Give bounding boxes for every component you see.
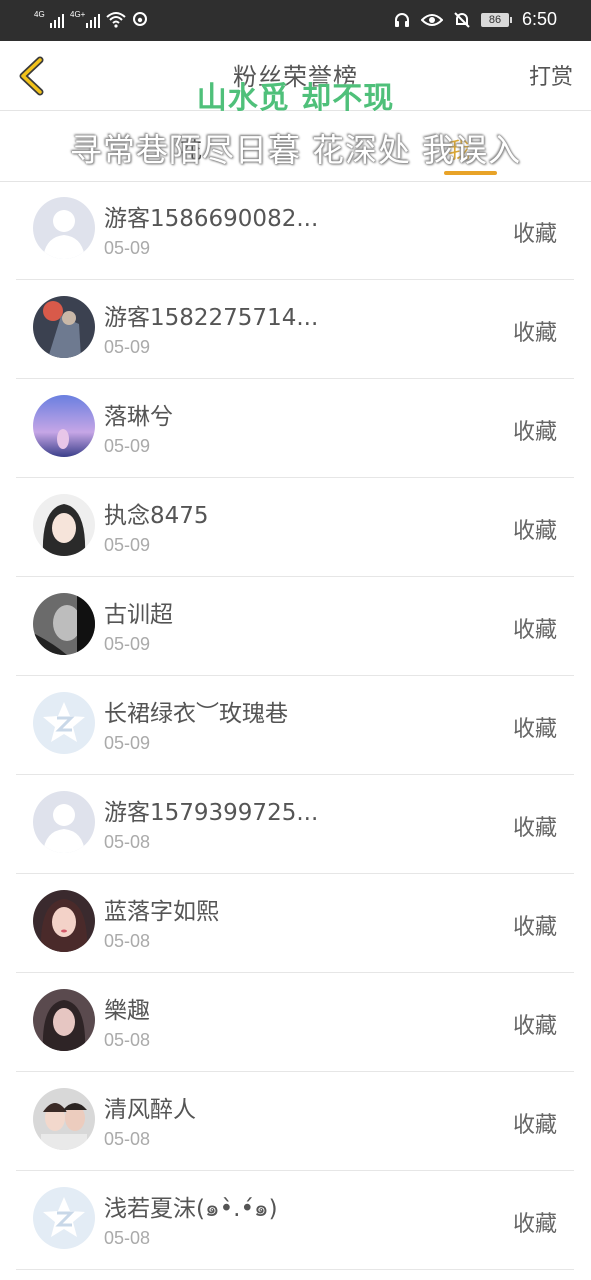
date-label: 05-09	[104, 337, 151, 357]
collect-button[interactable]: 收藏	[513, 315, 557, 347]
bell-off-icon	[454, 11, 470, 28]
list-item[interactable]: 游客1582275714... 05-09 收藏	[0, 280, 591, 379]
signal-2-icon: 4G+	[70, 10, 100, 28]
reward-button[interactable]: 打赏	[529, 59, 573, 91]
avatar-girl-dark[interactable]	[33, 989, 95, 1051]
user-name: 蓝落字如熙	[104, 899, 219, 925]
headphones-icon	[394, 12, 409, 27]
list-item[interactable]: 执念8475 05-09 收藏	[0, 478, 591, 577]
status-bar: 4G 4G+ 86 6:50	[0, 0, 591, 41]
collect-button[interactable]: 收藏	[513, 612, 557, 644]
avatar-anime-girl[interactable]	[33, 494, 95, 556]
list-item[interactable]: 游客1586690082... 05-09 收藏	[0, 181, 591, 280]
collect-button[interactable]: 收藏	[513, 810, 557, 842]
user-name: 古训超	[104, 602, 173, 628]
user-name: 游客1586690082...	[104, 206, 319, 232]
status-left: 4G 4G+	[34, 10, 148, 28]
collect-button[interactable]: 收藏	[513, 1206, 557, 1238]
collect-button[interactable]: 收藏	[513, 513, 557, 545]
overlay-poem: 寻常巷陌尽日暮 花深处 我误入	[69, 131, 522, 169]
eye-icon	[420, 13, 443, 26]
user-name: 长裙绿衣︶玫瑰巷	[104, 701, 288, 727]
date-label: 05-09	[104, 634, 151, 654]
avatar-default-person[interactable]	[33, 197, 95, 259]
list-item[interactable]: 清风醉人 05-08 收藏	[0, 1072, 591, 1171]
fan-list: 游客1586690082... 05-09 收藏 游客1582275714...…	[0, 181, 591, 1270]
date-label: 05-09	[104, 535, 151, 555]
avatar-default-person[interactable]	[33, 791, 95, 853]
user-name: 落琳兮	[104, 404, 173, 430]
date-label: 05-08	[104, 1228, 151, 1248]
app-header: 粉丝荣誉榜 山水觅 却不现 打赏	[0, 41, 591, 116]
list-item[interactable]: 蓝落字如熙 05-08 收藏	[0, 874, 591, 973]
list-item[interactable]: 浅若夏沫(๑•̀.•́๑) 05-08 收藏	[0, 1171, 591, 1270]
wifi-icon	[106, 12, 126, 28]
collect-button[interactable]: 收藏	[513, 711, 557, 743]
date-label: 05-09	[104, 733, 151, 753]
divider	[16, 1269, 574, 1270]
avatar-sunset-girl[interactable]	[33, 395, 95, 457]
signal-1-icon: 4G	[34, 10, 64, 28]
battery-level: 86	[480, 12, 509, 27]
user-name: 浅若夏沫(๑•̀.•́๑)	[104, 1196, 278, 1222]
avatar-man-bw[interactable]	[33, 593, 95, 655]
user-name: 樂趣	[104, 998, 150, 1024]
active-tab-indicator	[444, 171, 497, 175]
list-item[interactable]: 长裙绿衣︶玫瑰巷 05-09 收藏	[0, 676, 591, 775]
avatar-girl-portrait[interactable]	[33, 890, 95, 952]
date-label: 05-08	[104, 1030, 151, 1050]
battery-icon: 86	[480, 12, 512, 27]
date-label: 05-08	[104, 1129, 151, 1149]
date-label: 05-09	[104, 238, 151, 258]
date-label: 05-08	[104, 931, 151, 951]
list-item[interactable]: 落琳兮 05-09 收藏	[0, 379, 591, 478]
date-label: 05-08	[104, 832, 151, 852]
collect-button[interactable]: 收藏	[513, 909, 557, 941]
list-item[interactable]: 樂趣 05-08 收藏	[0, 973, 591, 1072]
user-name: 游客1582275714...	[104, 305, 319, 331]
tab-bar: 花 我 寻常巷陌尽日暮 花深处 我误入	[0, 111, 591, 182]
user-name: 清风醉人	[104, 1097, 196, 1123]
avatar-warrior[interactable]	[33, 296, 95, 358]
avatar-qq-default[interactable]	[33, 1187, 95, 1249]
list-item[interactable]: 游客1579399725... 05-08 收藏	[0, 775, 591, 874]
avatar-qq-default[interactable]	[33, 692, 95, 754]
user-name: 游客1579399725...	[104, 800, 319, 826]
clock: 6:50	[521, 9, 557, 29]
user-name: 执念8475	[104, 503, 209, 529]
network-type-1: 4G	[34, 10, 45, 19]
network-type-2: 4G+	[70, 10, 86, 19]
collect-button[interactable]: 收藏	[513, 414, 557, 446]
collect-button[interactable]: 收藏	[513, 1107, 557, 1139]
collect-button[interactable]: 收藏	[513, 216, 557, 248]
collect-button[interactable]: 收藏	[513, 1008, 557, 1040]
status-right: 86 6:50	[393, 9, 557, 30]
list-item[interactable]: 古训超 05-09 收藏	[0, 577, 591, 676]
data-saver-icon	[133, 12, 147, 26]
avatar-couple[interactable]	[33, 1088, 95, 1150]
date-label: 05-09	[104, 436, 151, 456]
